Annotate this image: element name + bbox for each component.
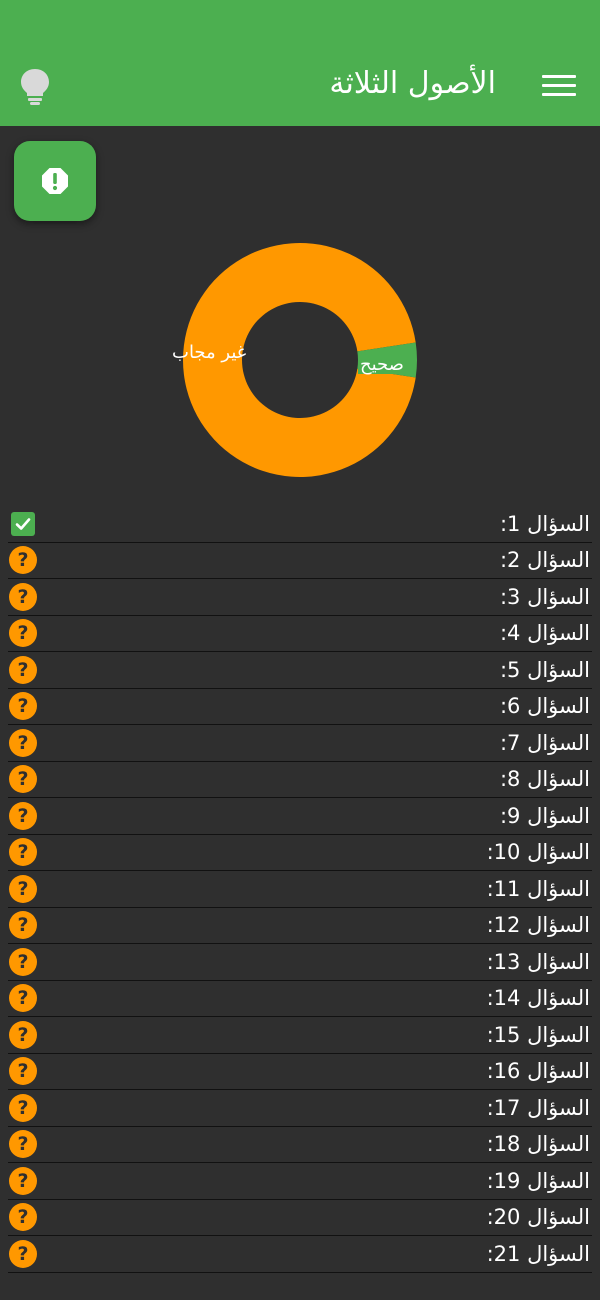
- question-label: السؤال 3:: [499, 584, 590, 609]
- question-row[interactable]: ? السؤال 2:: [8, 543, 592, 579]
- question-mark-icon: ?: [8, 545, 38, 575]
- question-row[interactable]: ? السؤال 6:: [8, 689, 592, 725]
- question-label: السؤال 9:: [499, 803, 590, 828]
- question-label: السؤال 17:: [486, 1095, 590, 1120]
- question-label: السؤال 14:: [486, 986, 590, 1011]
- question-label: السؤال 1:: [499, 511, 590, 536]
- question-mark-icon: ?: [8, 947, 38, 977]
- chart-label-unanswered: غير مجاب: [172, 342, 247, 363]
- question-row[interactable]: السؤال 1:: [8, 506, 592, 543]
- question-label: السؤال 21:: [486, 1241, 590, 1266]
- question-row[interactable]: ? السؤال 18:: [8, 1127, 592, 1163]
- question-label: السؤال 15:: [486, 1022, 590, 1047]
- question-label: السؤال 12:: [486, 913, 590, 938]
- lightbulb-icon[interactable]: [16, 66, 54, 106]
- app-bar: الأصول الثلاثة: [0, 0, 600, 126]
- question-row[interactable]: ? السؤال 13:: [8, 944, 592, 981]
- question-row[interactable]: ? السؤال 17:: [8, 1090, 592, 1127]
- menu-icon[interactable]: [542, 68, 576, 102]
- question-mark-icon: ?: [8, 728, 38, 758]
- question-label: السؤال 6:: [499, 694, 590, 719]
- question-row[interactable]: ? السؤال 5:: [8, 652, 592, 689]
- donut-svg: [183, 243, 417, 477]
- question-row[interactable]: ? السؤال 12:: [8, 908, 592, 944]
- question-label: السؤال 20:: [486, 1205, 590, 1230]
- question-mark-icon: ?: [8, 1056, 38, 1086]
- question-label: السؤال 19:: [486, 1168, 590, 1193]
- question-row[interactable]: ? السؤال 16:: [8, 1054, 592, 1090]
- question-mark-icon: ?: [8, 801, 38, 831]
- question-mark-icon: ?: [8, 764, 38, 794]
- chart-label-correct: صحيح: [358, 354, 406, 375]
- question-row[interactable]: ? السؤال 21:: [8, 1236, 592, 1273]
- results-donut-chart: غير مجاب صحيح: [0, 230, 600, 490]
- question-label: السؤال 8:: [499, 767, 590, 792]
- question-mark-icon: ?: [8, 983, 38, 1013]
- question-mark-icon: ?: [8, 618, 38, 648]
- question-row[interactable]: ? السؤال 4:: [8, 616, 592, 652]
- question-row[interactable]: ? السؤال 20:: [8, 1200, 592, 1236]
- question-mark-icon: ?: [8, 1093, 38, 1123]
- question-mark-icon: ?: [8, 1020, 38, 1050]
- question-label: السؤال 2:: [499, 548, 590, 573]
- question-mark-icon: ?: [8, 655, 38, 685]
- question-mark-icon: ?: [8, 582, 38, 612]
- question-row[interactable]: ? السؤال 19:: [8, 1163, 592, 1200]
- question-label: السؤال 7:: [499, 730, 590, 755]
- question-row[interactable]: ? السؤال 9:: [8, 798, 592, 835]
- question-label: السؤال 13:: [486, 949, 590, 974]
- question-mark-icon: ?: [8, 874, 38, 904]
- question-label: السؤال 4:: [499, 621, 590, 646]
- question-row[interactable]: ? السؤال 8:: [8, 762, 592, 798]
- question-label: السؤال 18:: [486, 1132, 590, 1157]
- question-label: السؤال 16:: [486, 1059, 590, 1084]
- question-label: السؤال 10:: [486, 840, 590, 865]
- question-row[interactable]: ? السؤال 3:: [8, 579, 592, 616]
- question-mark-icon: ?: [8, 1166, 38, 1196]
- question-row[interactable]: ? السؤال 11:: [8, 871, 592, 908]
- question-row[interactable]: ? السؤال 7:: [8, 725, 592, 762]
- question-list: السؤال 1:? السؤال 2:? السؤال 3:? السؤال 4:?…: [8, 506, 592, 1273]
- question-mark-icon: ?: [8, 910, 38, 940]
- page-title: الأصول الثلاثة: [329, 66, 496, 101]
- question-label: السؤال 11:: [486, 876, 590, 901]
- alert-button[interactable]: [14, 141, 96, 221]
- alert-octagon-icon: [42, 168, 68, 194]
- question-row[interactable]: ? السؤال 15:: [8, 1017, 592, 1054]
- question-label: السؤال 5:: [499, 657, 590, 682]
- question-mark-icon: ?: [8, 1202, 38, 1232]
- question-mark-icon: ?: [8, 837, 38, 867]
- question-row[interactable]: ? السؤال 14:: [8, 981, 592, 1017]
- question-mark-icon: ?: [8, 691, 38, 721]
- check-icon: [8, 509, 38, 539]
- question-mark-icon: ?: [8, 1239, 38, 1269]
- question-mark-icon: ?: [8, 1129, 38, 1159]
- question-row[interactable]: ? السؤال 10:: [8, 835, 592, 871]
